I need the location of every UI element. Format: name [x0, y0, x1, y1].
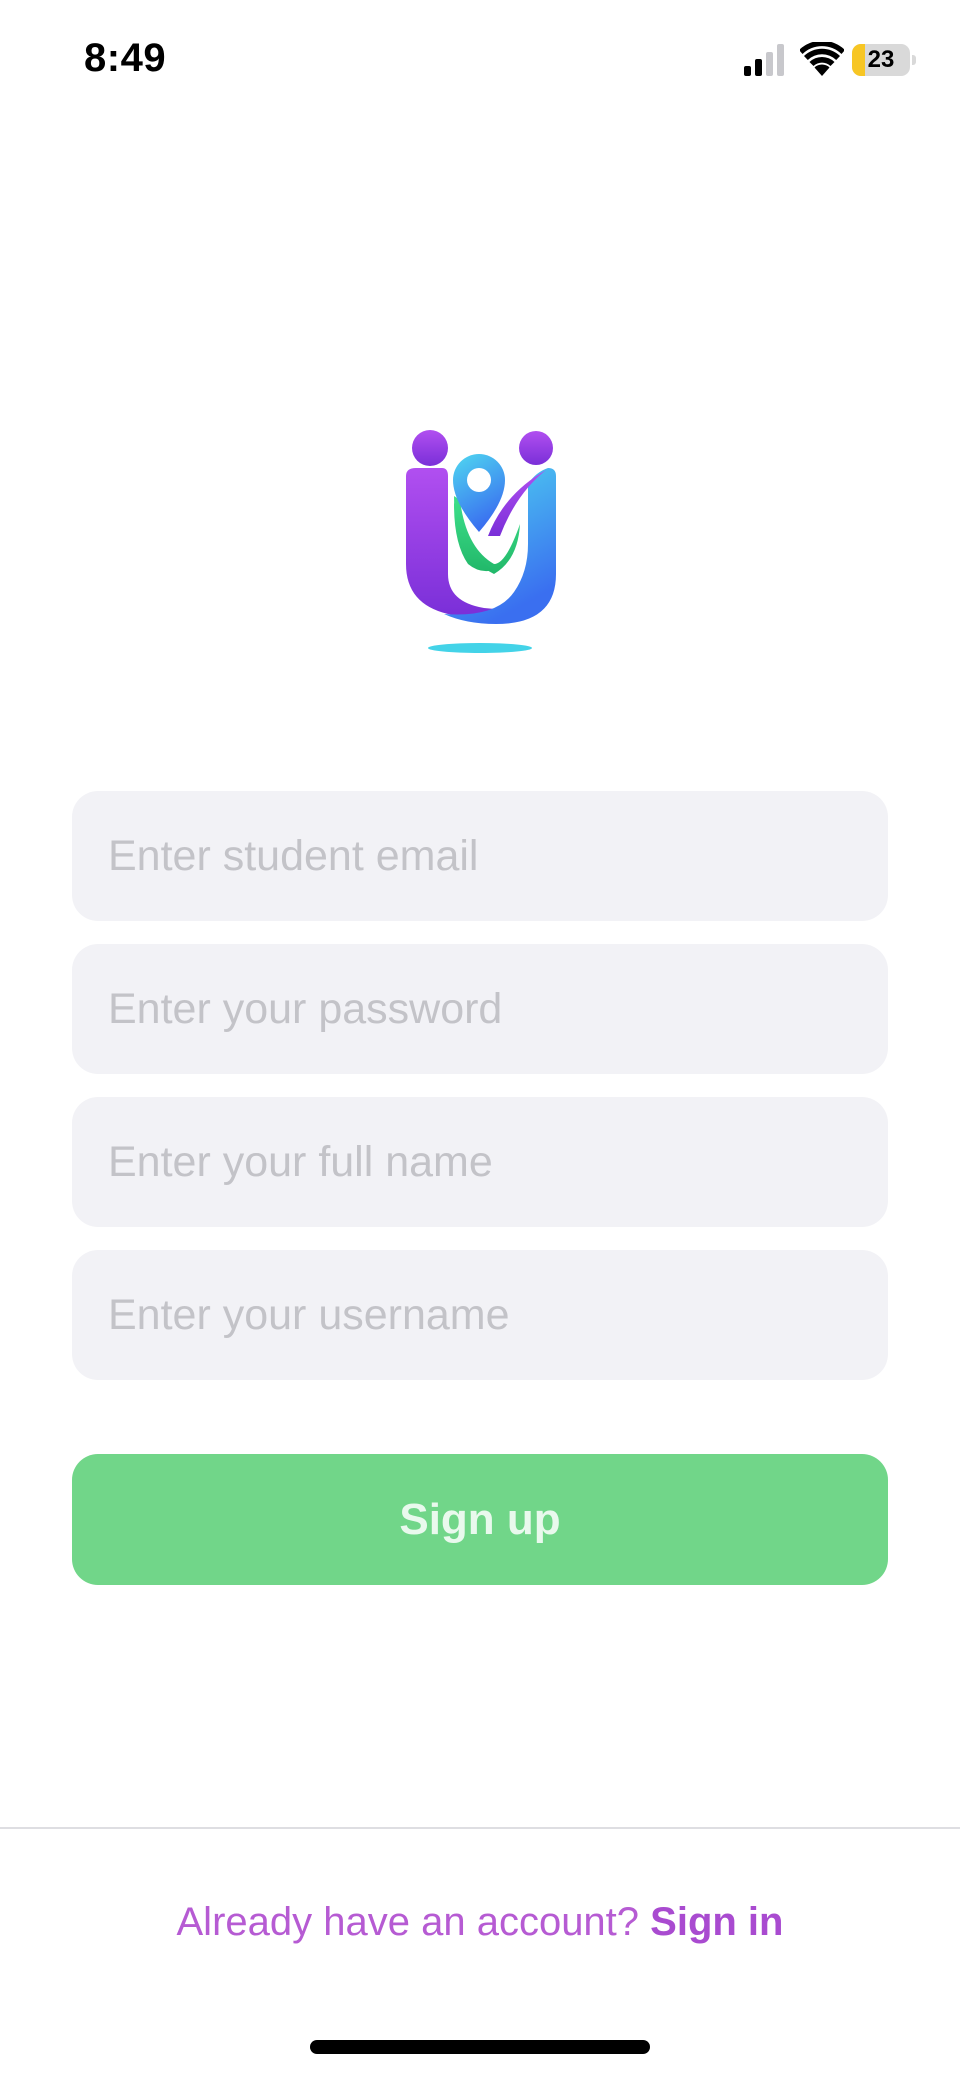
email-field[interactable]: [72, 791, 888, 921]
signup-screen: 8:49 23 Enter student email Enter your f…: [0, 0, 960, 2079]
status-time: 8:49: [84, 36, 167, 80]
password-field-container: [72, 944, 888, 1074]
battery-icon: 23: [852, 44, 916, 76]
signup-button[interactable]: Sign up: [72, 1454, 888, 1585]
username-field-container: [72, 1250, 888, 1380]
status-bar: 8:49 23: [0, 0, 960, 120]
email-field-container: [72, 791, 888, 921]
signin-prompt-text: Already have an account?: [176, 1900, 651, 1944]
home-indicator[interactable]: [310, 2040, 650, 2054]
username-field[interactable]: [72, 1250, 888, 1380]
battery-level: 23: [867, 46, 895, 73]
fullname-field[interactable]: [72, 1097, 888, 1227]
app-logo-icon: [406, 430, 556, 653]
password-field[interactable]: [72, 944, 888, 1074]
signup-form: [72, 791, 888, 1403]
signal-icon: [744, 44, 784, 76]
battery-nub: [912, 55, 916, 65]
signin-link[interactable]: Sign in: [650, 1900, 783, 1944]
signin-prompt: Already have an account? Sign in: [0, 1900, 960, 1945]
fullname-field-container: [72, 1097, 888, 1227]
wifi-icon: [800, 42, 844, 76]
battery-body: 23: [852, 44, 910, 76]
footer-divider: [0, 1827, 960, 1829]
